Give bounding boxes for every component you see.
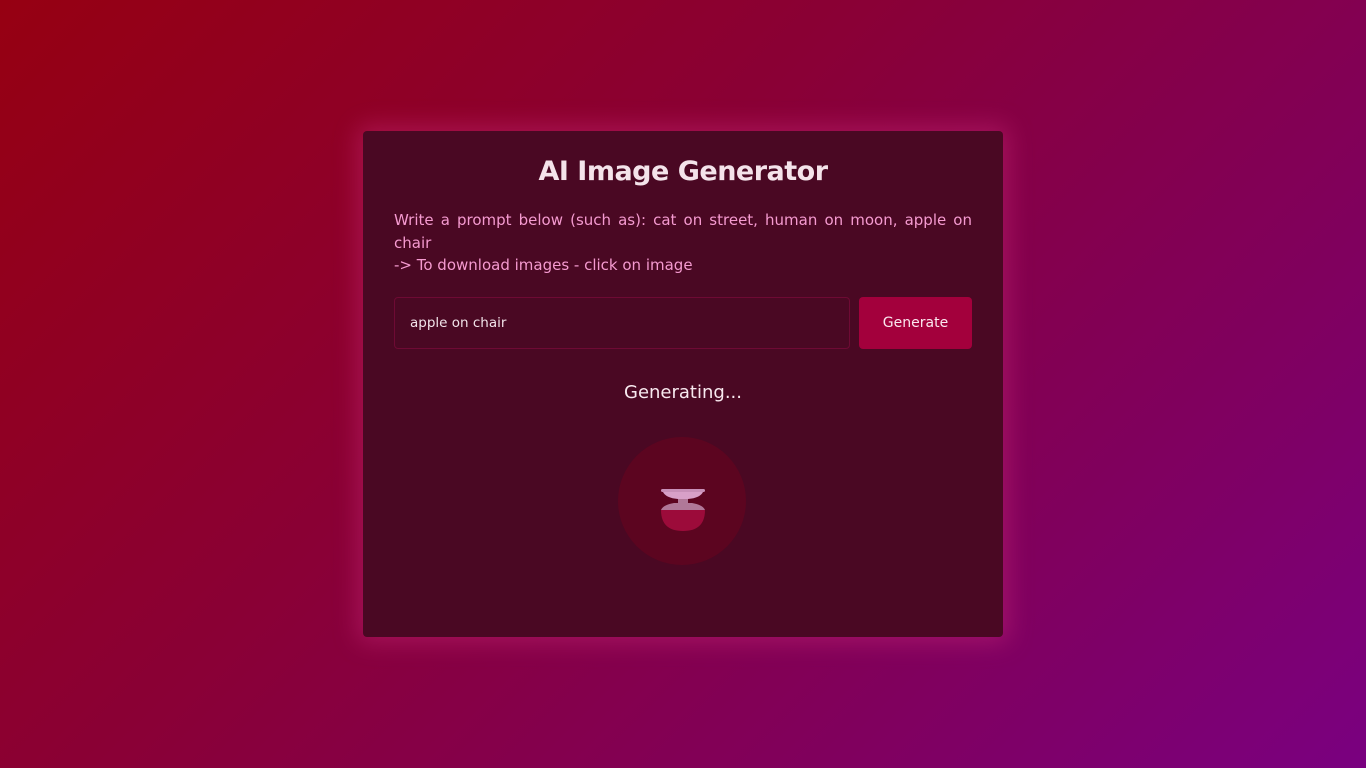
prompt-input[interactable] — [394, 296, 850, 349]
status-text: Generating... — [624, 381, 742, 403]
prompt-form: Generate — [394, 296, 972, 349]
instructions-download-hint: -> To download images - click on image — [394, 256, 693, 274]
page-title: AI Image Generator — [538, 156, 828, 187]
generator-card: AI Image Generator Write a prompt below … — [363, 131, 1003, 637]
hourglass-icon — [661, 489, 705, 531]
instructions: Write a prompt below (such as): cat on s… — [394, 209, 972, 277]
loading-spinner — [618, 437, 746, 565]
instructions-examples: Write a prompt below (such as): cat on s… — [394, 211, 972, 252]
generate-button[interactable]: Generate — [859, 296, 972, 349]
